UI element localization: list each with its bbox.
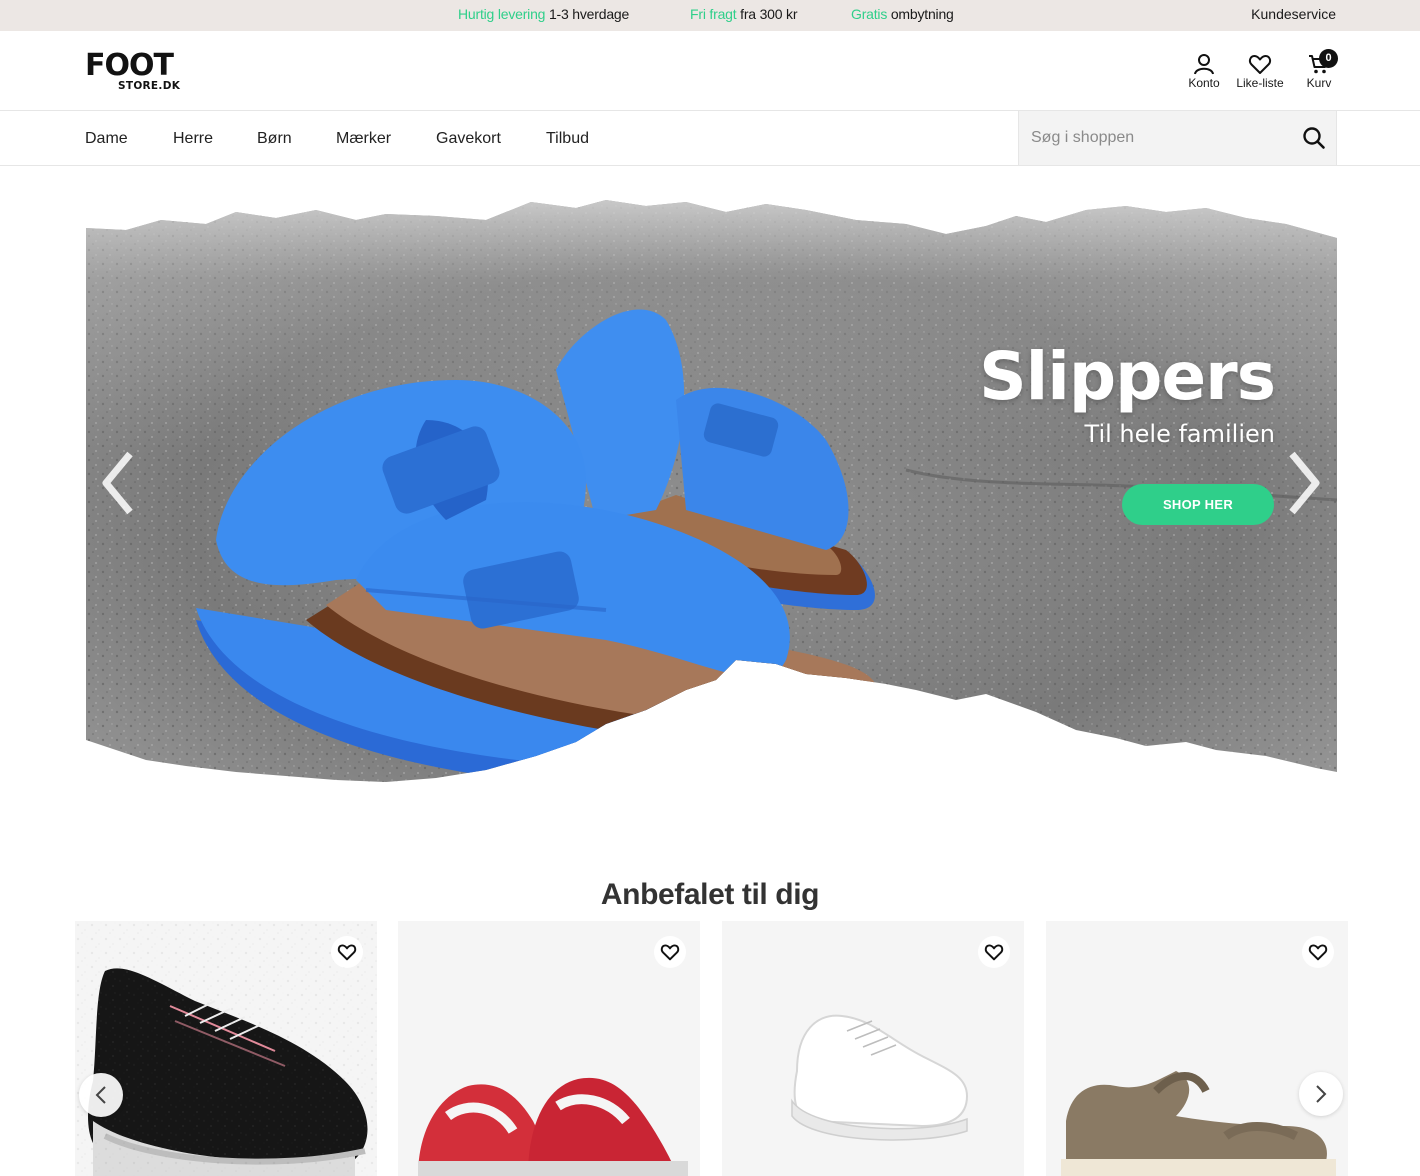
nav-item-tilbud[interactable]: Tilbud bbox=[546, 130, 589, 148]
nav-item-maerker[interactable]: Mærker bbox=[336, 130, 391, 148]
search-icon bbox=[1303, 127, 1325, 149]
add-to-wishlist-button[interactable] bbox=[331, 936, 363, 968]
nav-item-gavekort[interactable]: Gavekort bbox=[436, 130, 501, 148]
announcement-bar: Hurtig levering 1-3 hverdage Fri fragt f… bbox=[0, 0, 1420, 31]
logo-line-2: STORE.DK bbox=[118, 80, 181, 92]
usp-free-exchange-highlight: Gratis bbox=[851, 6, 888, 22]
wishlist-label: Like-liste bbox=[1236, 76, 1284, 90]
chevron-left-icon bbox=[102, 451, 133, 515]
cart-label: Kurv bbox=[1306, 76, 1332, 90]
nav-item-boern[interactable]: Børn bbox=[257, 130, 292, 148]
usp-free-shipping-highlight: Fri fragt bbox=[690, 6, 737, 22]
add-to-wishlist-button[interactable] bbox=[978, 936, 1010, 968]
usp-free-shipping-text: fra 300 kr bbox=[740, 6, 798, 22]
product-image bbox=[418, 1077, 688, 1176]
cart-count-badge: 0 bbox=[1319, 49, 1338, 68]
chevron-left-icon bbox=[95, 1086, 106, 1104]
heart-icon bbox=[984, 944, 1004, 961]
footstore-logo[interactable]: FOOT STORE.DK bbox=[85, 51, 195, 93]
product-card[interactable] bbox=[722, 921, 1024, 1176]
logo-line-1: FOOT bbox=[85, 48, 174, 83]
hero-title: Slippers bbox=[979, 338, 1276, 415]
usp-fast-delivery: Hurtig levering 1-3 hverdage bbox=[458, 6, 629, 22]
hero-subtitle: Til hele familien bbox=[1084, 420, 1275, 448]
hero-next-button[interactable] bbox=[1284, 448, 1324, 518]
account-icon bbox=[1194, 54, 1214, 75]
search-button[interactable] bbox=[1302, 126, 1326, 150]
product-image bbox=[75, 921, 377, 1176]
cart-button[interactable]: Kurv 0 bbox=[1303, 49, 1338, 90]
nav-item-dame[interactable]: Dame bbox=[85, 130, 128, 148]
products-prev-button[interactable] bbox=[79, 1073, 123, 1117]
usp-fast-delivery-highlight: Hurtig levering bbox=[458, 6, 546, 22]
account-label: Konto bbox=[1188, 76, 1220, 90]
site-header: FOOT STORE.DK Konto Like-liste Kurv 0 bbox=[0, 31, 1420, 111]
usp-fast-delivery-text: 1-3 hverdage bbox=[548, 6, 630, 22]
customer-service-link[interactable]: Kundeservice bbox=[1251, 6, 1336, 22]
product-image bbox=[1061, 1071, 1336, 1176]
add-to-wishlist-button[interactable] bbox=[1302, 936, 1334, 968]
heart-icon bbox=[337, 944, 357, 961]
usp-free-exchange: Gratis ombytning bbox=[851, 6, 954, 22]
wishlist-button[interactable]: Like-liste bbox=[1233, 53, 1287, 90]
chevron-right-icon bbox=[1289, 451, 1320, 515]
search-input[interactable] bbox=[1031, 125, 1291, 151]
search-bar bbox=[1018, 111, 1337, 165]
usp-free-shipping: Fri fragt fra 300 kr bbox=[690, 6, 797, 22]
product-card[interactable] bbox=[75, 921, 377, 1176]
heart-icon bbox=[1248, 55, 1272, 74]
products-next-button[interactable] bbox=[1299, 1072, 1343, 1116]
product-image bbox=[791, 1014, 969, 1141]
chevron-right-icon bbox=[1316, 1085, 1327, 1103]
nav-item-herre[interactable]: Herre bbox=[173, 130, 213, 148]
add-to-wishlist-button[interactable] bbox=[654, 936, 686, 968]
product-card[interactable] bbox=[1046, 921, 1348, 1176]
usp-free-exchange-text: ombytning bbox=[890, 6, 954, 22]
heart-icon bbox=[660, 944, 680, 961]
product-card[interactable] bbox=[398, 921, 700, 1176]
heart-icon bbox=[1308, 944, 1328, 961]
hero-prev-button[interactable] bbox=[98, 448, 138, 518]
shop-now-button[interactable]: SHOP HER bbox=[1122, 484, 1274, 525]
hero-banner[interactable]: Slippers Til hele familien SHOP HER bbox=[86, 190, 1337, 790]
account-button[interactable]: Konto bbox=[1186, 53, 1222, 90]
main-nav: Dame Herre Børn Mærker Gavekort Tilbud bbox=[0, 111, 1420, 166]
recommended-title: Anbefalet til dig bbox=[600, 878, 820, 911]
